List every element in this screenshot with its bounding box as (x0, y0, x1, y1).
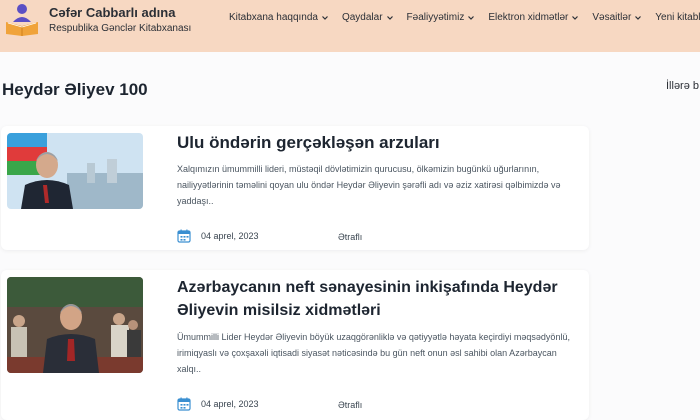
nav-item-label: Qaydalar (341, 12, 383, 23)
read-more-link[interactable]: Ətraflı (338, 400, 362, 410)
nav-item-rules[interactable]: Qaydalar (342, 12, 393, 23)
article-title[interactable]: Azərbaycanın neft sənayesinin inkişafınd… (177, 276, 567, 322)
nav-item-activities[interactable]: Fəaliyyətimiz (407, 12, 475, 23)
calendar-icon (177, 397, 191, 411)
chevron-down-icon (322, 15, 328, 20)
article-title[interactable]: Ulu öndərin gerçəkləşən arzuları (177, 131, 440, 154)
chevron-down-icon (635, 15, 642, 20)
sidebar-heading: İllərə b (666, 80, 700, 92)
nav-item-label: Vəsaitlər (592, 12, 632, 23)
library-logo-icon[interactable] (2, 2, 42, 36)
main-nav: Kitabxana haqqında Qaydalar Fəaliyyətimi… (229, 12, 700, 23)
article-date-text: 04 aprel, 2023 (201, 231, 259, 241)
nav-item-new-books[interactable]: Yeni kitablar (655, 12, 700, 23)
calendar-icon (177, 229, 191, 243)
nav-item-label: Fəaliyyətimiz (406, 12, 465, 23)
chevron-down-icon (468, 15, 475, 20)
page-title: Heydər Əliyev 100 (2, 80, 148, 99)
article-card[interactable]: Ulu öndərin gerçəkləşən arzuları Xalqımı… (1, 126, 589, 250)
article-thumbnail[interactable] (7, 277, 143, 373)
chevron-down-icon (386, 15, 393, 20)
nav-item-e-services[interactable]: Elektron xidmətlər (488, 12, 579, 23)
article-date: 04 aprel, 2023 (177, 397, 259, 411)
article-thumbnail[interactable] (7, 133, 143, 209)
nav-item-label: Yeni kitablar (655, 12, 700, 23)
read-more-link[interactable]: Ətraflı (338, 232, 362, 242)
nav-item-label: Elektron xidmətlər (488, 12, 569, 23)
article-card[interactable]: Azərbaycanın neft sənayesinin inkişafınd… (1, 270, 589, 420)
nav-item-label: Kitabxana haqqında (229, 12, 318, 23)
chevron-down-icon (572, 15, 579, 20)
article-excerpt: Xalqımızın ümummilli lideri, müstəqil dö… (177, 164, 561, 206)
article-date: 04 aprel, 2023 (177, 229, 259, 243)
article-date-text: 04 aprel, 2023 (201, 399, 259, 409)
nav-item-about[interactable]: Kitabxana haqqında (229, 12, 328, 23)
brand-subtitle[interactable]: Respublika Gənclər Kitabxanası (49, 23, 191, 34)
nav-item-resources[interactable]: Vəsaitlər (592, 12, 642, 23)
site-header: Cəfər Cabbarlı adına Respublika Gənclər … (0, 0, 700, 52)
article-excerpt: Ümummilli Lider Heydər Əliyevin böyük uz… (177, 332, 570, 374)
brand-title[interactable]: Cəfər Cabbarlı adına (49, 5, 175, 20)
